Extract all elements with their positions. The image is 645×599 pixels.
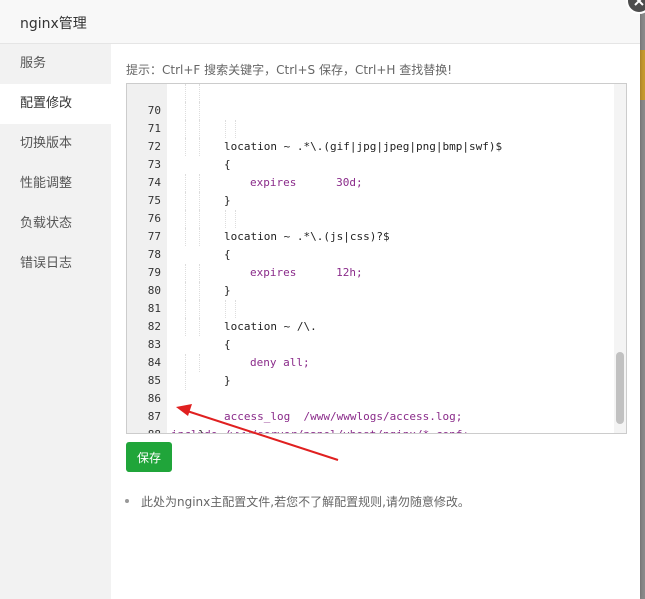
sidebar-item-error-log[interactable]: 错误日志 <box>0 244 111 284</box>
sidebar-item-load-status[interactable]: 负载状态 <box>0 204 111 244</box>
code-line[interactable]: 74 <box>127 156 612 189</box>
dialog-titlebar: nginx管理 <box>0 0 640 44</box>
code-line[interactable]: 80 location ~ /\. <box>127 264 612 333</box>
code-line[interactable]: 76 { <box>127 192 612 261</box>
code-line[interactable]: 77 expires 12h; <box>127 210 612 279</box>
save-button[interactable]: 保存 <box>126 442 172 472</box>
code-line[interactable]: 82 deny all; <box>127 300 612 369</box>
editor-scrollbar[interactable] <box>614 84 626 433</box>
code-line[interactable]: 78 } <box>127 228 612 297</box>
sidebar: 服务 配置修改 切换版本 性能调整 负载状态 错误日志 <box>0 44 111 599</box>
code-line[interactable]: 79 <box>127 246 612 279</box>
code-line[interactable]: 86 } <box>127 372 612 433</box>
sidebar-item-config[interactable]: 配置修改 <box>0 84 111 124</box>
code-line[interactable]: 88 } <box>127 408 612 433</box>
line-text: include /www/server/panel/vhost/nginx/*.… <box>171 426 469 433</box>
code-line[interactable]: 71 { <box>127 102 612 171</box>
code-editor[interactable]: 70 location ~ .*\.(gif|jpg|jpeg|png|bmp|… <box>126 83 627 434</box>
close-icon <box>634 0 644 6</box>
sidebar-item-service[interactable]: 服务 <box>0 44 111 84</box>
nginx-dialog: nginx管理 服务 配置修改 切换版本 性能调整 负载状态 错误日志 提示：C… <box>0 0 640 599</box>
code-line[interactable]: 85 access_log /www/wwwlogs/access.log; <box>127 354 612 423</box>
code-line[interactable]: 87 include /www/server/panel/vhost/nginx… <box>127 390 612 433</box>
main-content: 提示：Ctrl+F 搜索关键字，Ctrl+S 保存，Ctrl+H 查找替换! 7… <box>111 44 640 599</box>
code-line[interactable]: 83 } <box>127 318 612 387</box>
config-note: 此处为nginx主配置文件,若您不了解配置规则,请勿随意修改。 <box>125 495 470 509</box>
scrollbar-thumb[interactable] <box>616 352 624 424</box>
code-line[interactable]: 70 location ~ .*\.(gif|jpg|jpeg|png|bmp|… <box>127 84 612 153</box>
background-orange-tab <box>640 50 645 100</box>
code-line[interactable]: 81 { <box>127 282 612 351</box>
code-line[interactable]: 75 location ~ .*\.(js|css)?$ <box>127 174 612 243</box>
code-line[interactable]: 72 expires 30d; <box>127 120 612 189</box>
line-number: 88 <box>127 426 161 433</box>
sidebar-item-performance[interactable]: 性能调整 <box>0 164 111 204</box>
dialog-title: nginx管理 <box>20 16 87 32</box>
code-line[interactable]: 84 <box>127 336 612 369</box>
code-line[interactable]: 73 } <box>127 138 612 207</box>
shortcut-hint: 提示：Ctrl+F 搜索关键字，Ctrl+S 保存，Ctrl+H 查找替换! <box>126 63 453 77</box>
sidebar-item-switch-version[interactable]: 切换版本 <box>0 124 111 164</box>
